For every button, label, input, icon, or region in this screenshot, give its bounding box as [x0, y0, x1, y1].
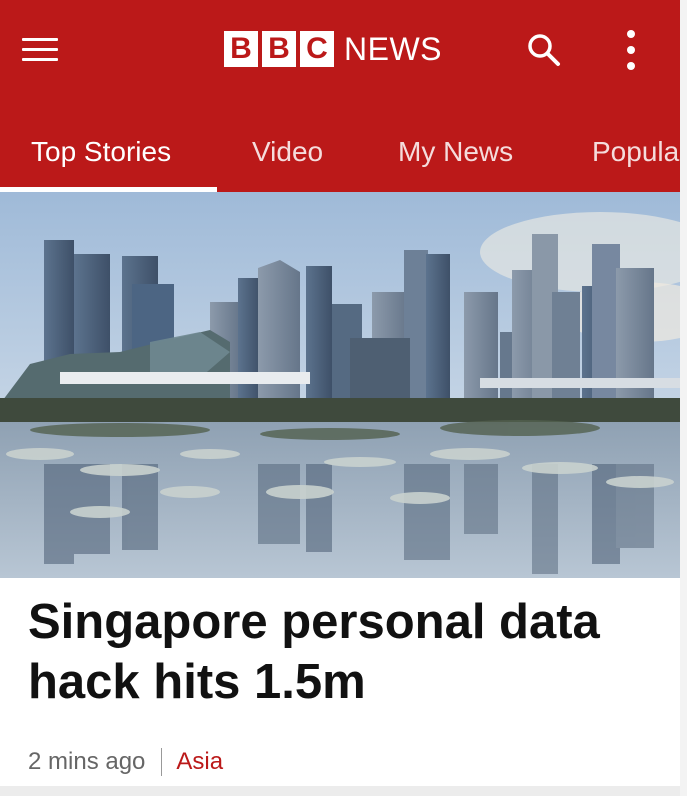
more-vertical-icon-dot	[627, 62, 635, 70]
hamburger-menu-icon	[22, 38, 58, 41]
more-vertical-icon	[627, 30, 635, 38]
app: B B C NEWS Top Stories Video My News Pop…	[0, 0, 687, 796]
article-headline[interactable]: Singapore personal data hack hits 1.5m	[28, 592, 668, 712]
card-divider	[0, 786, 680, 796]
app-header: B B C NEWS Top Stories Video My News Pop…	[0, 0, 680, 192]
singapore-skyline-image	[0, 192, 680, 578]
menu-button[interactable]	[22, 34, 62, 64]
bbc-news-logo[interactable]: B B C NEWS	[224, 30, 442, 68]
more-vertical-icon-dot	[627, 46, 635, 54]
search-button[interactable]	[524, 30, 564, 70]
article-section-link[interactable]: Asia	[176, 748, 223, 776]
tab-video[interactable]: Video	[252, 132, 323, 172]
logo-letter: C	[300, 31, 334, 67]
article-meta: 2 mins ago Asia	[28, 745, 223, 779]
article-timestamp: 2 mins ago	[28, 748, 146, 775]
logo-word: NEWS	[344, 31, 442, 67]
logo-letter: B	[262, 31, 296, 67]
logo-letter: B	[224, 31, 258, 67]
hamburger-menu-icon-bar	[22, 48, 58, 51]
more-options-button[interactable]	[616, 28, 646, 72]
section-tabs: Top Stories Video My News Popula	[0, 120, 680, 192]
hamburger-menu-icon-bar	[22, 58, 58, 61]
hero-image[interactable]	[0, 192, 680, 578]
scrollbar-edge	[680, 0, 687, 796]
tab-popular[interactable]: Popula	[592, 132, 679, 172]
tab-my-news[interactable]: My News	[398, 132, 513, 172]
search-icon	[528, 34, 560, 66]
meta-divider	[161, 748, 163, 776]
tab-top-stories[interactable]: Top Stories	[31, 132, 171, 172]
